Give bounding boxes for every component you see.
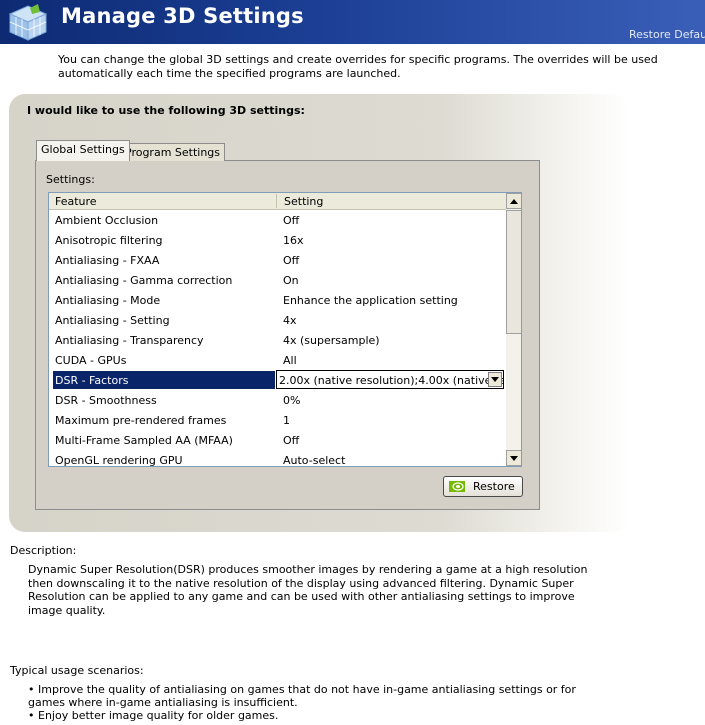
list-item[interactable]: Antialiasing - Gamma correction On [49,270,506,290]
restore-button[interactable]: Restore [443,476,523,497]
column-header-setting[interactable]: Setting [284,195,323,208]
settings-list: Feature Setting Ambient Occlusion Off An… [48,192,522,467]
feature-name: OpenGL rendering GPU [55,454,183,467]
restore-button-label: Restore [473,480,515,493]
feature-name: Ambient Occlusion [55,214,159,227]
list-item[interactable]: OpenGL rendering GPU Auto-select [49,450,506,467]
description-text: Dynamic Super Resolution(DSR) produces s… [28,563,588,617]
feature-setting: Off [283,214,300,227]
feature-setting: On [283,274,299,287]
dropdown-value: 2.00x (native resolution);4.00x (native … [279,374,504,387]
feature-setting: 4x [283,314,297,327]
feature-setting: 0% [283,394,301,407]
feature-setting: All [283,354,297,367]
feature-name: Antialiasing - Gamma correction [55,274,233,287]
description-label: Description: [10,544,77,557]
feature-name: Antialiasing - FXAA [55,254,160,267]
feature-setting: 4x (supersample) [283,334,380,347]
list-item[interactable]: Anisotropic filtering 16x [49,230,506,250]
feature-name: CUDA - GPUs [55,354,127,367]
column-divider[interactable] [276,194,277,208]
tab-program-settings[interactable]: Program Settings [120,143,226,161]
list-item[interactable]: Antialiasing - Transparency 4x (supersam… [49,330,506,350]
feature-name: Anisotropic filtering [55,234,163,247]
3d-cube-icon [8,4,48,41]
feature-setting: Off [283,254,300,267]
feature-name: Maximum pre-rendered frames [55,414,227,427]
feature-name: Multi-Frame Sampled AA (MFAA) [55,434,233,447]
feature-setting: Auto-select [283,454,346,467]
list-item[interactable]: Antialiasing - Mode Enhance the applicat… [49,290,506,310]
scroll-up-button[interactable] [506,193,521,209]
usage-item-text: Enjoy better image quality for older gam… [38,709,279,722]
dsr-factors-dropdown[interactable]: 2.00x (native resolution);4.00x (native … [276,370,504,389]
restore-defaults-link[interactable]: Restore Defau [629,28,705,41]
list-item[interactable]: Antialiasing - Setting 4x [49,310,506,330]
feature-name: Antialiasing - Setting [55,314,170,327]
feature-name: Antialiasing - Mode [55,294,161,307]
list-item-selected[interactable]: DSR - Factors 2.00x (native resolution);… [49,370,506,390]
feature-name: Antialiasing - Transparency [55,334,204,347]
usage-list: • Improve the quality of antialiasing on… [28,683,588,722]
feature-name: DSR - Smoothness [55,394,157,407]
chevron-up-icon [510,199,518,204]
list-item[interactable]: Maximum pre-rendered frames 1 [49,410,506,430]
list-item[interactable]: Ambient Occlusion Off [49,210,506,230]
list-item[interactable]: Antialiasing - FXAA Off [49,250,506,270]
page-header: Manage 3D Settings Restore Defau [0,0,705,44]
feature-setting: 16x [283,234,304,247]
feature-setting: 1 [283,414,290,427]
list-item[interactable]: CUDA - GPUs All [49,350,506,370]
settings-label: Settings: [46,173,95,186]
intro-text: You can change the global 3D settings an… [58,53,658,80]
feature-setting: Off [283,434,300,447]
usage-item: • Enjoy better image quality for older g… [28,709,279,722]
scroll-down-button[interactable] [506,450,521,466]
usage-label: Typical usage scenarios: [10,664,144,677]
feature-name: DSR - Factors [55,374,129,387]
usage-item: • Improve the quality of antialiasing on… [28,683,576,709]
list-item[interactable]: Multi-Frame Sampled AA (MFAA) Off [49,430,506,450]
nvidia-logo-icon [449,481,465,492]
page-title: Manage 3D Settings [61,4,304,28]
usage-item-text: Improve the quality of antialiasing on g… [28,683,576,709]
tab-global-settings[interactable]: Global Settings [36,140,130,161]
feature-setting: Enhance the application setting [283,294,458,307]
dropdown-arrow-button[interactable] [488,372,502,387]
list-header: Feature Setting [49,193,506,210]
vertical-scrollbar[interactable] [506,193,521,466]
chevron-down-icon [491,377,499,382]
scrollbar-thumb[interactable] [506,210,521,334]
column-header-feature[interactable]: Feature [55,195,97,208]
panel-heading: I would like to use the following 3D set… [27,104,305,117]
list-item[interactable]: DSR - Smoothness 0% [49,390,506,410]
chevron-down-icon [510,456,518,461]
